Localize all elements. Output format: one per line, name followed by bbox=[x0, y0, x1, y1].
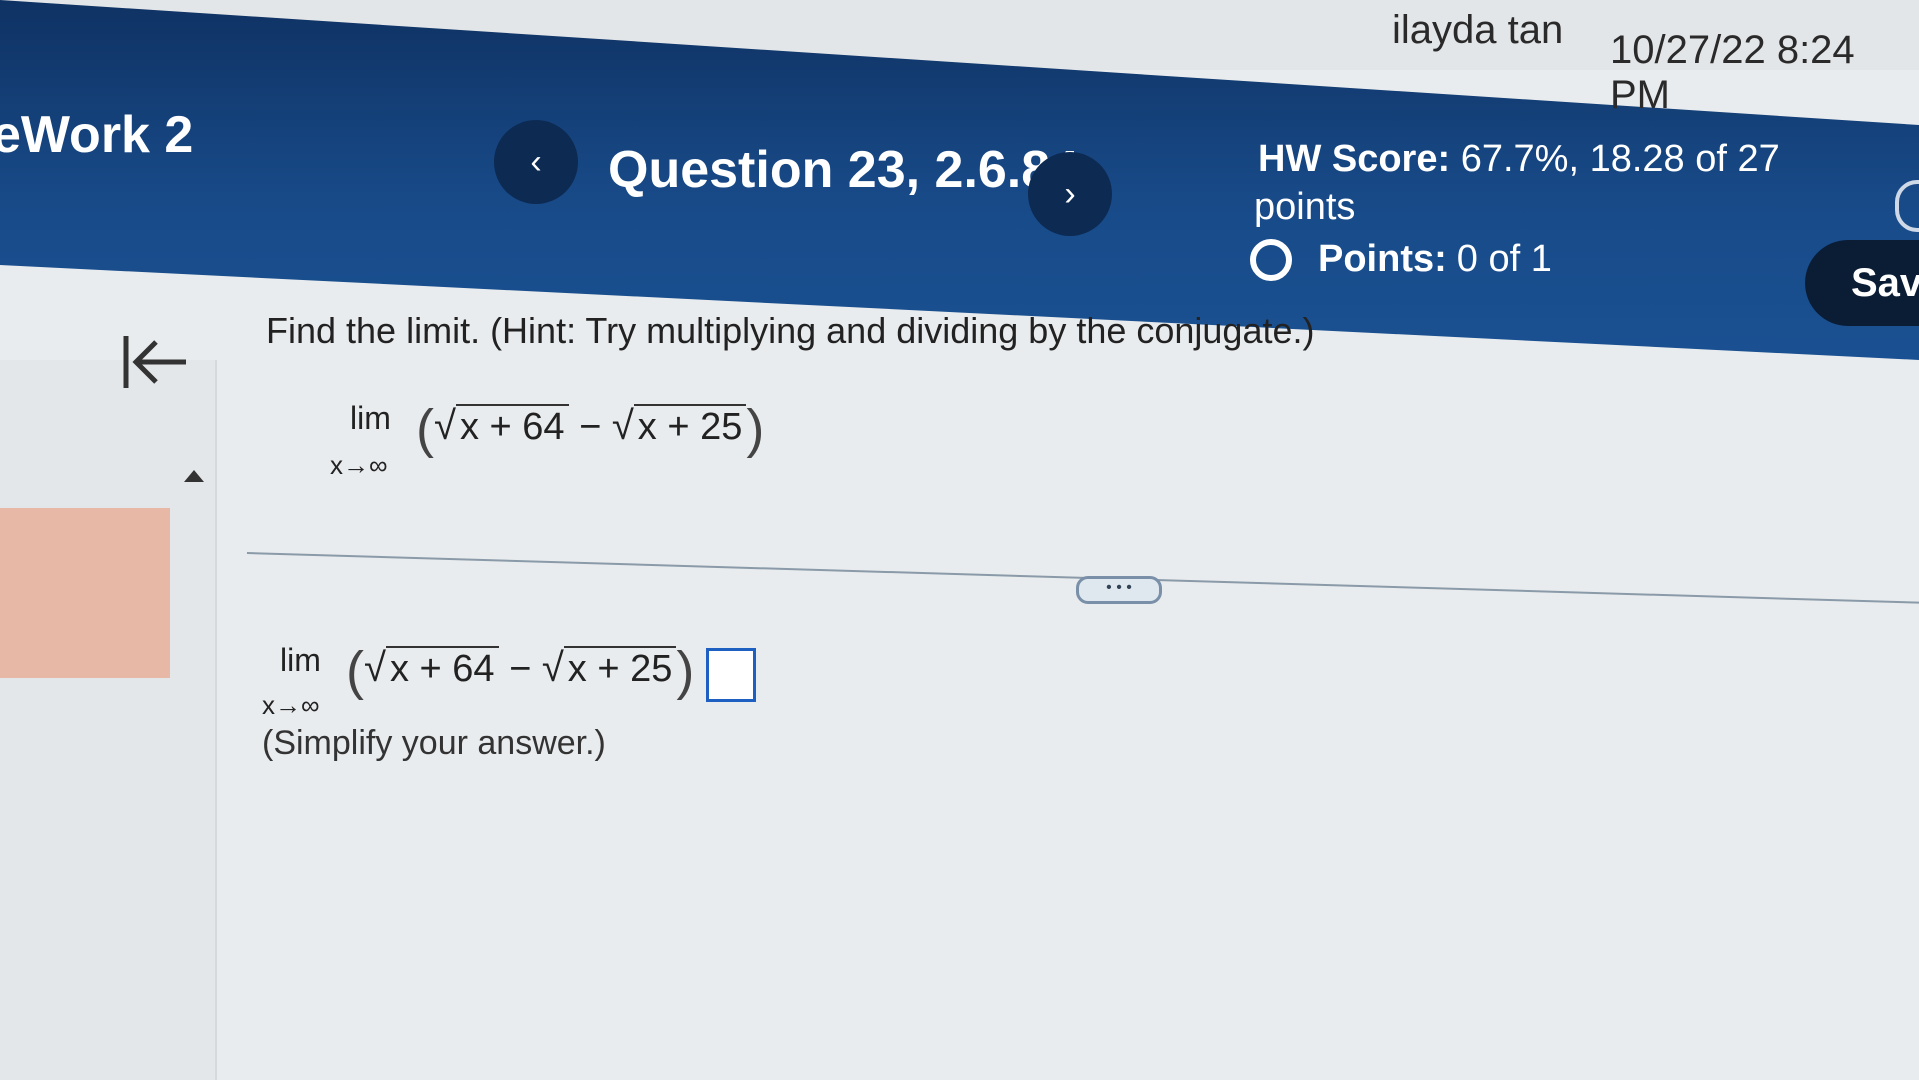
limit-subscript: x→∞ bbox=[330, 450, 388, 480]
limit-expression: (√ x + 64 − √ x + 25) bbox=[416, 399, 765, 459]
previous-question-button[interactable]: ‹ bbox=[494, 120, 578, 204]
sidebar-highlight bbox=[0, 508, 170, 678]
answer-radicand-1: x + 64 bbox=[385, 646, 499, 691]
collapse-left-icon[interactable] bbox=[122, 334, 188, 395]
question-instruction: Find the limit. (Hint: Try multiplying a… bbox=[266, 310, 1315, 351]
radicand-1: x + 64 bbox=[455, 404, 569, 449]
hw-score-label: HW Score: bbox=[1258, 138, 1451, 180]
points-label: Points: bbox=[1318, 238, 1447, 280]
answer-limit-word: lim bbox=[280, 642, 321, 678]
points-row: Points: 0 of 1 bbox=[1250, 238, 1552, 281]
scroll-up-icon[interactable] bbox=[184, 470, 204, 482]
sidebar bbox=[0, 360, 217, 1080]
datetime: 10/27/22 8:24 PM bbox=[1610, 28, 1855, 117]
radicand-2: x + 25 bbox=[633, 404, 747, 449]
answer-radicand-2: x + 25 bbox=[563, 646, 677, 691]
assignment-title: eWork 2 bbox=[0, 106, 194, 164]
minus-sign: − bbox=[579, 406, 602, 449]
answer-limit-subscript: x→∞ bbox=[262, 690, 320, 720]
simplify-hint: (Simplify your answer.) bbox=[262, 724, 606, 762]
answer-minus-sign: − bbox=[509, 648, 532, 691]
answer-input[interactable] bbox=[706, 648, 756, 702]
hw-score: HW Score: 67.7%, 18.28 of 27 bbox=[1258, 138, 1780, 181]
limit-word: lim bbox=[350, 400, 391, 436]
more-options-button[interactable]: • • • bbox=[1076, 576, 1162, 604]
hw-score-value: 67.7%, 18.28 of 27 bbox=[1460, 138, 1780, 180]
hw-score-unit: points bbox=[1254, 186, 1356, 228]
answer-expression: (√x + 64 − √x + 25) = bbox=[346, 640, 727, 702]
save-button[interactable]: Sav bbox=[1805, 240, 1919, 326]
user-name: ilayda tan bbox=[1392, 8, 1564, 52]
status-circle-icon bbox=[1250, 238, 1292, 281]
points-value: 0 of 1 bbox=[1456, 238, 1552, 280]
next-question-button[interactable]: › bbox=[1028, 152, 1112, 236]
question-title: Question 23, 2.6.84 bbox=[608, 141, 1080, 199]
